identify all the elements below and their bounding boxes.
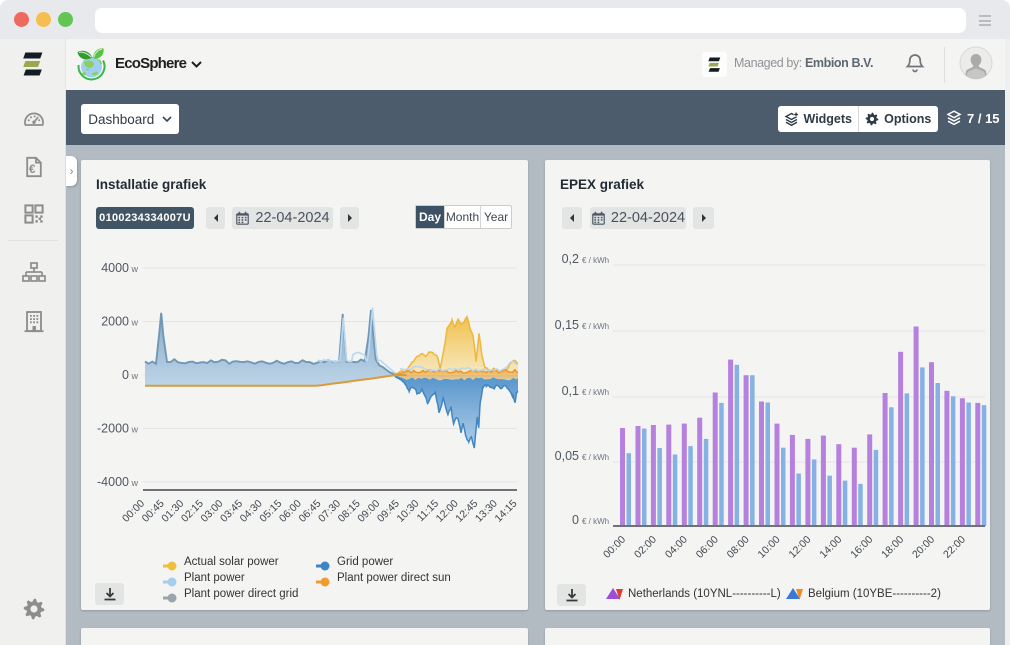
svg-text:€ / kWh: € / kWh (582, 256, 609, 265)
svg-text:-4000 w: -4000 w (97, 475, 138, 489)
svg-text:€: € (29, 164, 36, 176)
svg-text:22:00: 22:00 (941, 534, 968, 561)
svg-text:-2000 w: -2000 w (97, 422, 138, 436)
svg-text:18:00: 18:00 (879, 534, 906, 561)
svg-text:10:30: 10:30 (394, 498, 421, 525)
svg-text:€ / kWh: € / kWh (582, 322, 609, 331)
svg-text:€ / kWh: € / kWh (582, 453, 609, 462)
svg-text:0,2: 0,2 (562, 252, 579, 266)
svg-text:04:00: 04:00 (663, 534, 690, 561)
svg-text:08:00: 08:00 (725, 534, 752, 561)
svg-text:02:00: 02:00 (632, 534, 659, 561)
svg-text:€ / kWh: € / kWh (582, 517, 609, 526)
svg-text:2000 w: 2000 w (101, 315, 138, 329)
svg-text:0: 0 (572, 513, 579, 527)
svg-text:0,05: 0,05 (555, 449, 579, 463)
svg-text:14:15: 14:15 (492, 498, 519, 525)
svg-text:0 w: 0 w (122, 368, 138, 382)
svg-text:00:00: 00:00 (601, 534, 628, 561)
svg-text:10:00: 10:00 (756, 534, 783, 561)
svg-text:0,1: 0,1 (562, 384, 579, 398)
svg-text:16:00: 16:00 (848, 534, 875, 561)
svg-text:0,15: 0,15 (555, 318, 579, 332)
svg-text:12:00: 12:00 (786, 534, 813, 561)
svg-text:4000 w: 4000 w (101, 261, 138, 275)
svg-text:14:00: 14:00 (817, 534, 844, 561)
svg-text:€ / kWh: € / kWh (582, 388, 609, 397)
svg-text:20:00: 20:00 (910, 534, 937, 561)
svg-text:06:00: 06:00 (694, 534, 721, 561)
